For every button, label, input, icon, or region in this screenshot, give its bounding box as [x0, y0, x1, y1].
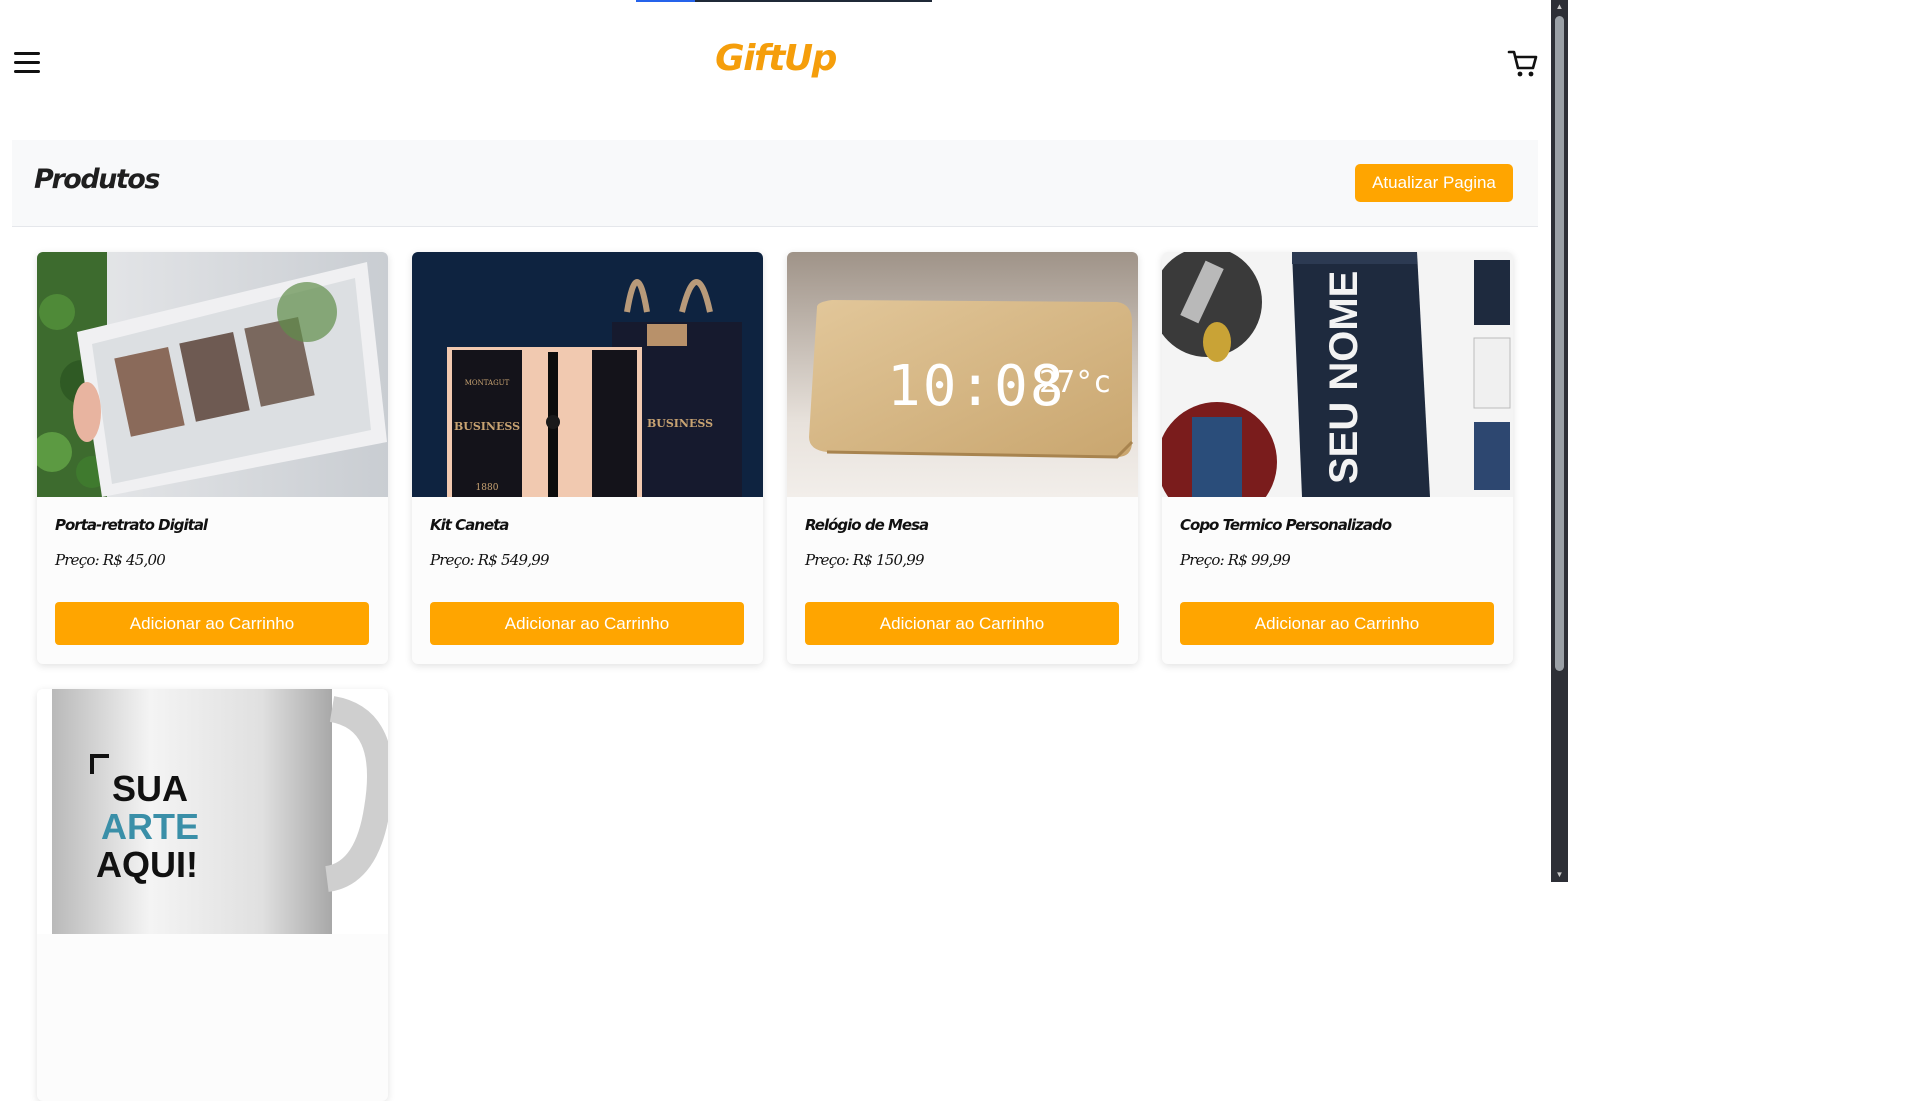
product-name: Copo Termico Personalizado [1180, 516, 1392, 534]
svg-text:BUSINESS: BUSINESS [647, 417, 713, 430]
product-price: Preço: R$ 549,99 [430, 551, 549, 569]
product-image[interactable]: SUA ARTE AQUI! [37, 689, 388, 934]
site-logo[interactable]: GiftUp [0, 38, 1551, 79]
product-card: SUA ARTE AQUI! [37, 689, 388, 1101]
product-image[interactable]: MONTAGUT BUSINESS 1880 BUSINESS [412, 252, 763, 497]
product-name: Kit Caneta [430, 516, 509, 534]
scrollbar-thumb[interactable] [1555, 16, 1564, 671]
add-to-cart-button[interactable]: Adicionar ao Carrinho [55, 602, 369, 645]
clock-temperature: 27°c [1039, 365, 1111, 400]
products-header-bar: Produtos Atualizar Pagina [12, 140, 1538, 227]
product-card: MONTAGUT BUSINESS 1880 BUSINESS Kit Cane… [412, 252, 763, 664]
pen-box-brand: MONTAGUT [465, 379, 510, 387]
mug-text-line2: ARTE [101, 806, 199, 847]
product-price: Preço: R$ 99,99 [1180, 551, 1291, 569]
refresh-page-button[interactable]: Atualizar Pagina [1355, 164, 1513, 202]
product-card: 10:08 27°c Relógio de Mesa Preço: R$ 150… [787, 252, 1138, 664]
page-scrollbar[interactable]: ▲ ▼ [1551, 0, 1568, 882]
tumbler-engraving: SEU NOME [1322, 271, 1366, 484]
product-name: Relógio de Mesa [805, 516, 929, 534]
add-to-cart-button[interactable]: Adicionar ao Carrinho [1180, 602, 1494, 645]
product-image[interactable] [37, 252, 388, 497]
mug-text-line1: SUA [112, 768, 188, 809]
scroll-down-arrow-icon[interactable]: ▼ [1551, 868, 1568, 882]
add-to-cart-button[interactable]: Adicionar ao Carrinho [430, 602, 744, 645]
product-price: Preço: R$ 150,99 [805, 551, 924, 569]
scroll-up-arrow-icon[interactable]: ▲ [1551, 0, 1568, 14]
site-header: GiftUp [0, 0, 1551, 130]
product-price: Preço: R$ 45,00 [55, 551, 166, 569]
product-card: Porta-retrato Digital Preço: R$ 45,00 Ad… [37, 252, 388, 664]
shopping-cart-icon[interactable] [1507, 48, 1539, 80]
product-name: Porta-retrato Digital [55, 516, 208, 534]
product-card: SEU NOME Copo Termico Personalizado Preç… [1162, 252, 1513, 664]
pen-box-year: 1880 [476, 483, 499, 493]
product-image[interactable]: 10:08 27°c [787, 252, 1138, 497]
mug-text-line3: AQUI! [96, 844, 198, 885]
product-image[interactable]: SEU NOME [1162, 252, 1513, 497]
pen-box-label: BUSINESS [454, 420, 520, 433]
add-to-cart-button[interactable]: Adicionar ao Carrinho [805, 602, 1119, 645]
page-title: Produtos [34, 164, 160, 195]
